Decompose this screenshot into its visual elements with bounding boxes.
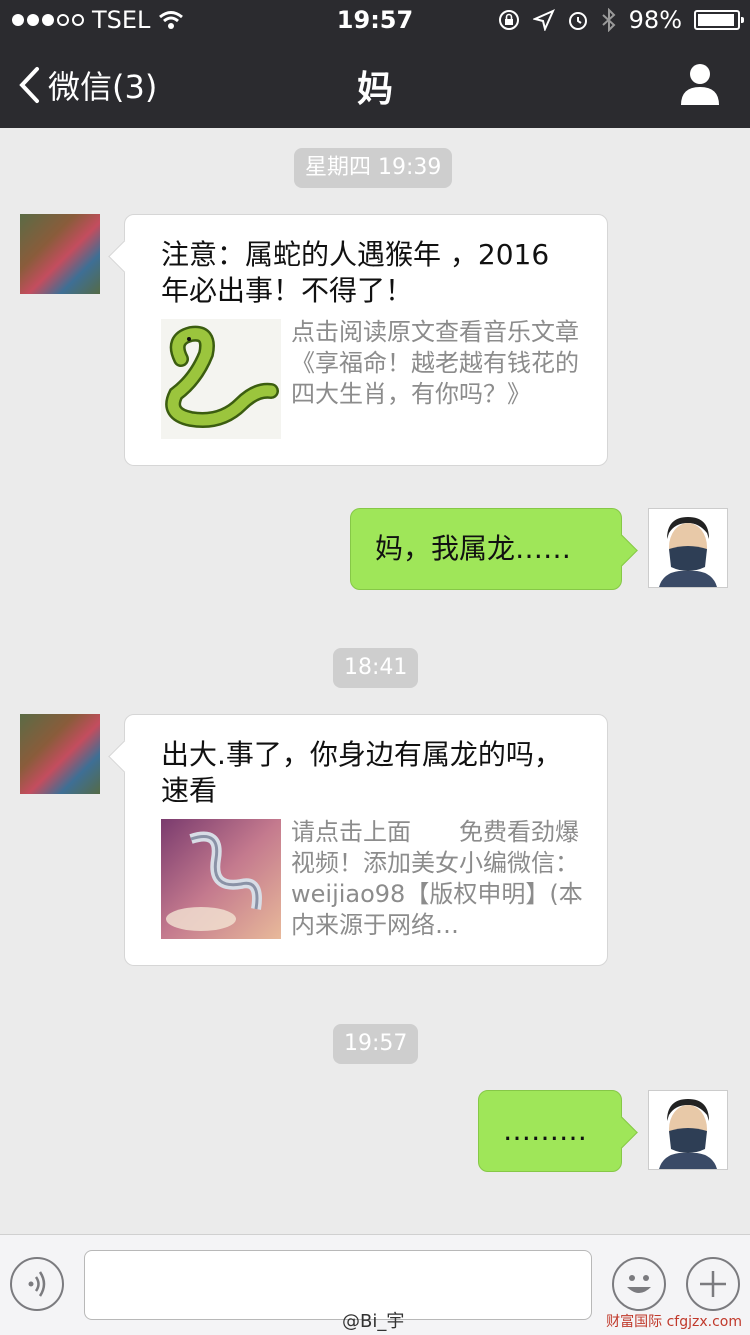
emoji-icon: [627, 1275, 651, 1293]
masked-face-image: [649, 1091, 727, 1169]
my-message-bubble[interactable]: 妈，我属龙……: [350, 508, 638, 590]
top-bar: TSEL 19:57 98% 微信(3) 妈: [0, 0, 750, 128]
timestamp: 18:41: [333, 648, 419, 688]
masked-face-image: [649, 509, 727, 587]
article-thumbnail: [161, 319, 281, 439]
battery-icon: [694, 10, 744, 30]
my-message-text: ………: [503, 1114, 587, 1147]
article-title: 出大.事了，你身边有属龙的吗，速看: [161, 738, 562, 807]
article-card[interactable]: 注意：属蛇的人遇猴年 ，2016年必出事！不得了！ 点击阅读原文查看音乐文章《享…: [108, 214, 608, 466]
status-bar: TSEL 19:57 98%: [0, 0, 750, 40]
nav-bar: 微信(3) 妈: [0, 40, 750, 128]
alarm-icon: [568, 12, 587, 30]
my-message-text: 妈，我属龙……: [375, 532, 572, 565]
bluetooth-icon: [601, 8, 616, 32]
article-description: 请点击上面 免费看劲爆视频！添加美女小编微信：weijiao98【版权申明】(本…: [291, 818, 583, 939]
site-watermark: 财富国际 cfgjzx.com: [606, 1314, 742, 1330]
my-message-bubble[interactable]: ………: [478, 1090, 638, 1172]
snake-image: [161, 319, 281, 439]
avatar-mom[interactable]: [20, 214, 100, 294]
rotation-lock-icon: [498, 10, 519, 30]
article-thumbnail: [161, 819, 281, 939]
article-card[interactable]: 出大.事了，你身边有属龙的吗，速看 请点击上面 免费看劲爆视频！添加美女小编微信…: [108, 714, 608, 966]
battery-percent: 98%: [628, 6, 682, 34]
voice-button[interactable]: [10, 1257, 64, 1311]
timestamp: 19:57: [333, 1024, 419, 1064]
article-description: 点击阅读原文查看音乐文章《享福命！越老越有钱花的四大生肖，有你吗？》: [291, 318, 579, 408]
dragon-image: [161, 819, 281, 939]
avatar-me[interactable]: [648, 508, 728, 588]
watermark: @Bi_宇: [342, 1311, 405, 1332]
emoji-button[interactable]: [612, 1257, 666, 1311]
user-profile-icon[interactable]: [680, 62, 720, 106]
voice-icon: [28, 1271, 46, 1297]
more-button[interactable]: [686, 1257, 740, 1311]
status-right: 98%: [497, 0, 744, 40]
message-input[interactable]: [84, 1250, 592, 1320]
avatar-mom[interactable]: [20, 714, 100, 794]
article-title: 注意：属蛇的人遇猴年 ，2016年必出事！不得了！: [161, 238, 550, 307]
timestamp: 星期四 19:39: [294, 148, 453, 188]
input-bar: @Bi_宇 财富国际 cfgjzx.com: [0, 1234, 750, 1335]
avatar-me[interactable]: [648, 1090, 728, 1170]
location-icon: [532, 9, 555, 31]
chat-title: 妈: [356, 69, 393, 110]
plus-icon: [700, 1271, 726, 1297]
